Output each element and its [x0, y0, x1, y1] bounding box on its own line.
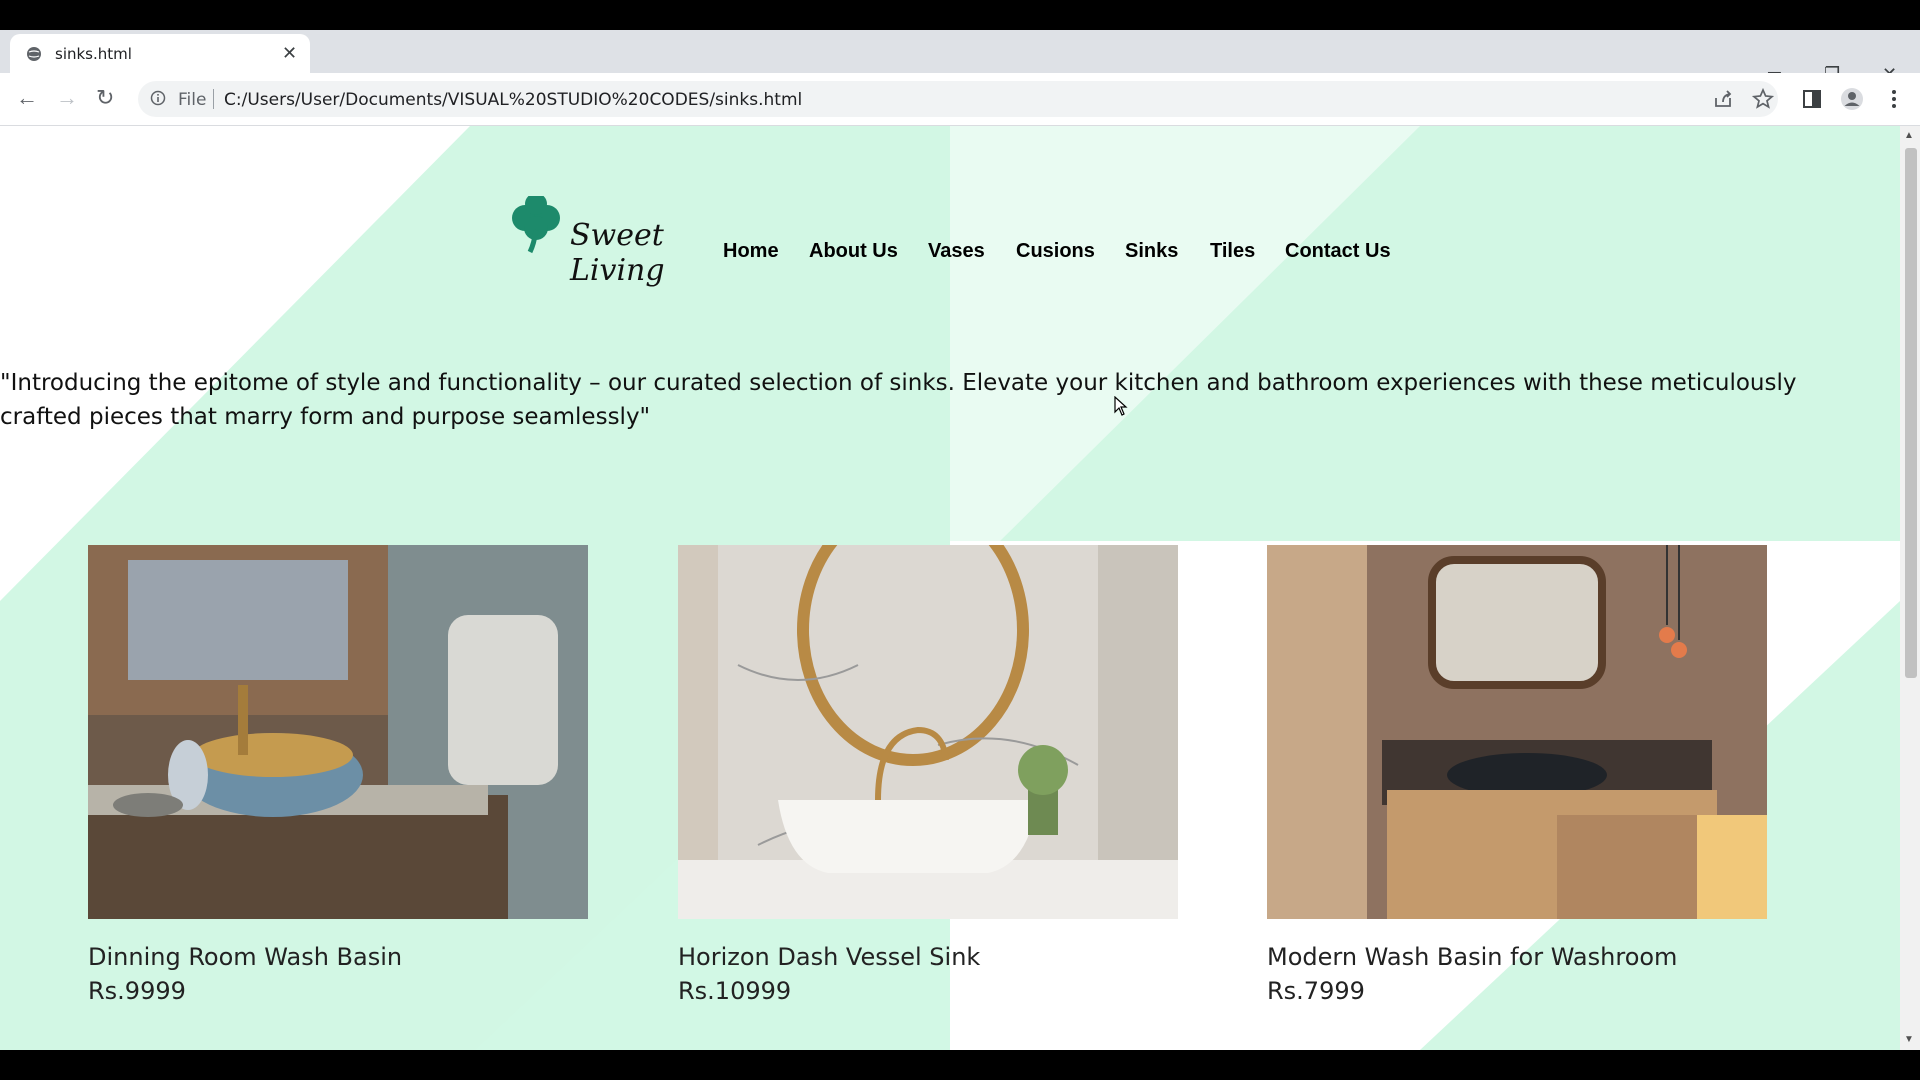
scroll-down-icon[interactable]: ▼ — [1904, 1034, 1914, 1045]
browser-toolbar: ← → ↻ File C:/Users/User/Documents/VISUA… — [0, 73, 1920, 126]
back-icon[interactable]: ← — [16, 85, 38, 111]
product-price: Rs.9999 — [88, 977, 186, 1005]
intro-quote: "Introducing the epitome of style and fu… — [0, 370, 1797, 430]
address-separator — [213, 89, 214, 109]
product-image[interactable] — [1267, 545, 1767, 919]
share-icon[interactable] — [1711, 87, 1735, 111]
product-image[interactable] — [88, 545, 588, 919]
mouse-pointer-icon — [1114, 396, 1128, 416]
product-card[interactable]: Dinning Room Wash Basin Rs.9999 — [88, 545, 588, 1005]
nav-contact-us[interactable]: Contact Us — [1285, 240, 1391, 263]
brand-name: Sweet Living — [570, 218, 665, 288]
bookmark-star-icon[interactable] — [1751, 87, 1775, 111]
product-name[interactable]: Modern Wash Basin for Washroom — [1267, 943, 1677, 971]
info-icon[interactable] — [150, 90, 166, 106]
screen-bottom-bar — [0, 1050, 1920, 1080]
site-header: Sweet Living Home About Us Vases Cusions… — [0, 126, 1900, 341]
page-viewport: Sweet Living Home About Us Vases Cusions… — [0, 126, 1900, 1050]
nav-sinks[interactable]: Sinks — [1125, 240, 1178, 263]
kebab-menu-icon[interactable] — [1882, 87, 1906, 111]
forward-icon[interactable]: → — [56, 85, 78, 111]
side-panel-icon[interactable] — [1800, 87, 1824, 111]
product-price: Rs.7999 — [1267, 977, 1365, 1005]
tab-strip: sinks.html ✕ + ⌄ ─ ❐ ✕ — [0, 30, 1920, 94]
nav-cusions[interactable]: Cusions — [1016, 240, 1095, 263]
browser-tab[interactable]: sinks.html ✕ — [10, 34, 310, 73]
product-name[interactable]: Dinning Room Wash Basin — [88, 943, 402, 971]
horizon-vessel-sink-image — [678, 545, 1178, 919]
site-logo[interactable]: Sweet Living — [505, 196, 705, 288]
product-card[interactable]: Horizon Dash Vessel Sink Rs.10999 — [678, 545, 1178, 1005]
product-image[interactable] — [678, 545, 1178, 919]
screen-top-bar — [0, 0, 1920, 30]
tab-title: sinks.html — [55, 45, 132, 63]
reload-icon[interactable]: ↻ — [96, 85, 114, 111]
product-card[interactable]: Modern Wash Basin for Washroom Rs.7999 — [1267, 545, 1767, 1005]
modern-wash-basin-image — [1267, 545, 1767, 919]
nav-home[interactable]: Home — [723, 240, 779, 263]
address-bar[interactable]: File C:/Users/User/Documents/VISUAL%20ST… — [138, 81, 1778, 117]
scroll-up-icon[interactable]: ▲ — [1904, 130, 1914, 141]
dining-wash-basin-image — [88, 545, 588, 919]
product-price: Rs.10999 — [678, 977, 792, 1005]
vertical-scrollbar[interactable]: ▲ ▼ — [1900, 126, 1920, 1050]
scheme-label: File — [178, 90, 207, 110]
clover-logo-icon — [512, 196, 560, 254]
product-name[interactable]: Horizon Dash Vessel Sink — [678, 943, 980, 971]
nav-tiles[interactable]: Tiles — [1210, 240, 1255, 263]
globe-icon — [27, 47, 41, 61]
nav-vases[interactable]: Vases — [928, 240, 985, 263]
address-url[interactable]: C:/Users/User/Documents/VISUAL%20STUDIO%… — [224, 90, 802, 110]
scrollbar-thumb[interactable] — [1905, 148, 1917, 678]
profile-avatar-icon[interactable] — [1840, 87, 1864, 111]
close-tab-icon[interactable]: ✕ — [282, 44, 297, 62]
nav-about-us[interactable]: About Us — [809, 240, 898, 263]
